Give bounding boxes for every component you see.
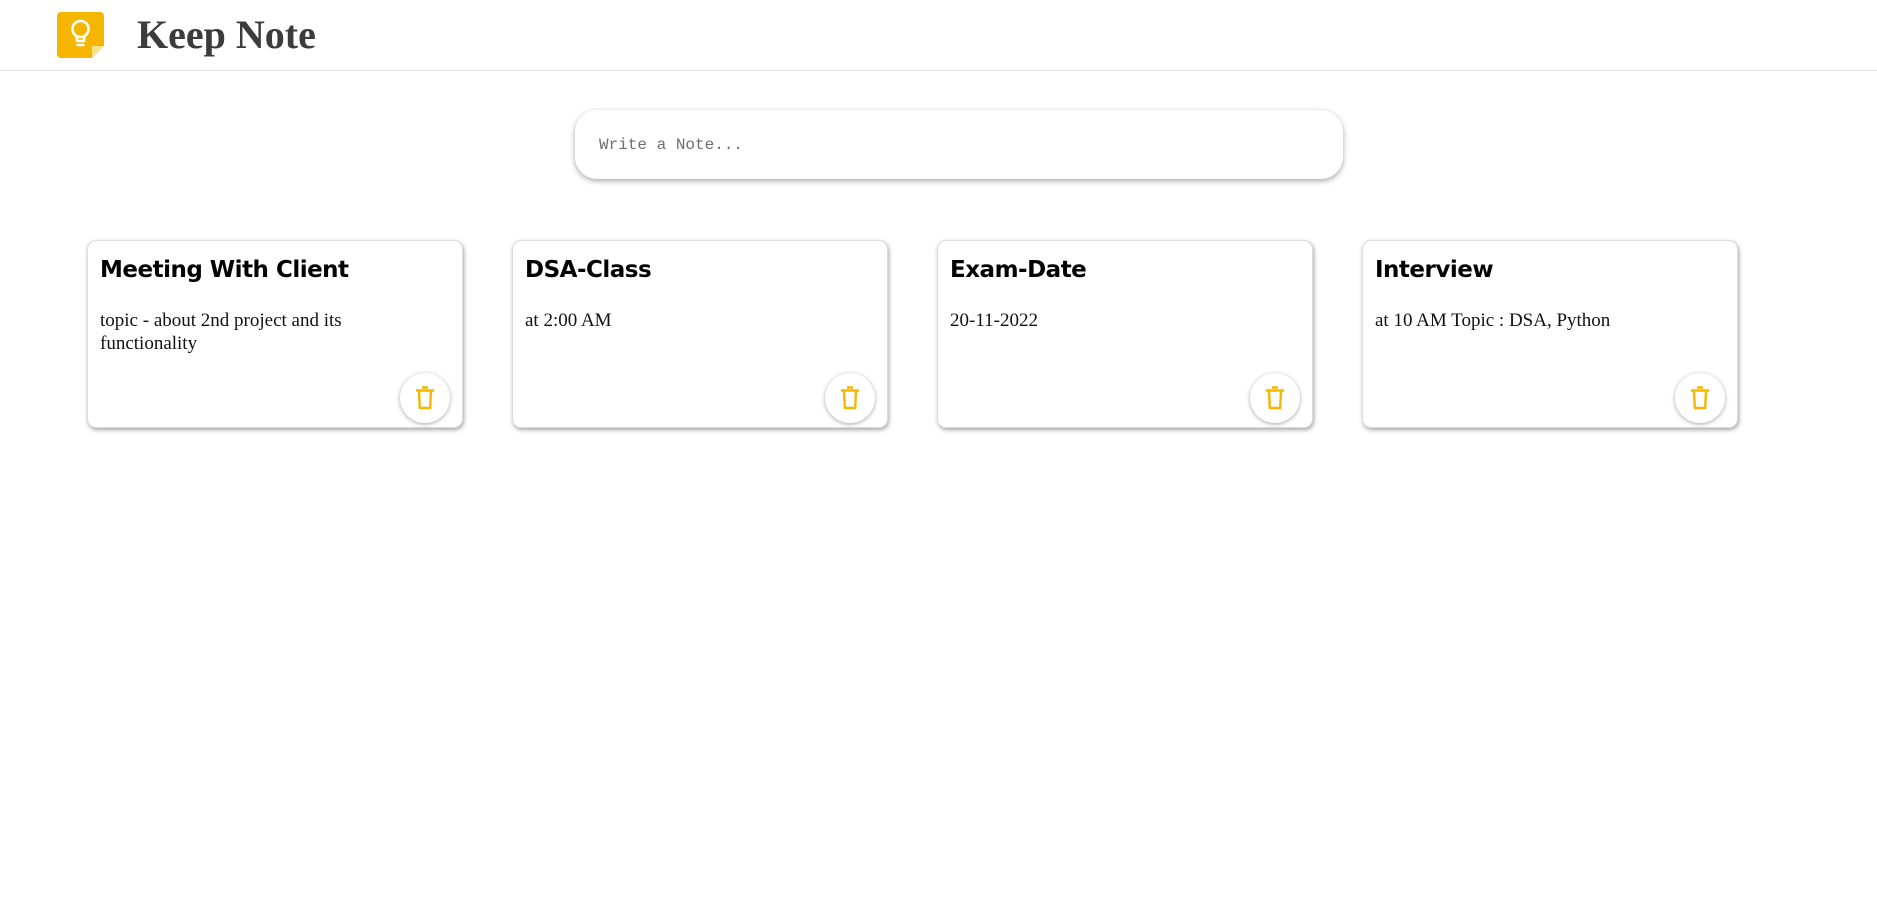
note-title: Exam-Date — [950, 257, 1087, 283]
note-body: topic - about 2nd project and its functi… — [100, 310, 342, 354]
note-body: at 10 AM Topic : DSA, Python — [1375, 310, 1611, 331]
note-card: Interview at 10 AM Topic : DSA, Python — [1362, 240, 1738, 428]
delete-note-button[interactable] — [400, 373, 450, 423]
app-header: Keep Note — [0, 0, 1877, 71]
trash-icon — [1691, 386, 1709, 410]
note-body: 20-11-2022 — [950, 310, 1038, 331]
note-title: Meeting With Client — [100, 257, 349, 283]
delete-note-button[interactable] — [1250, 373, 1300, 423]
note-card: Exam-Date 20-11-2022 — [937, 240, 1313, 428]
trash-icon — [416, 386, 434, 410]
delete-note-button[interactable] — [1675, 373, 1725, 423]
trash-icon — [1266, 386, 1284, 410]
note-title: DSA-Class — [525, 257, 652, 283]
delete-note-button[interactable] — [825, 373, 875, 423]
note-title: Interview — [1375, 257, 1494, 283]
note-input[interactable] — [575, 110, 1343, 179]
trash-icon — [841, 386, 859, 410]
app-title: Keep Note — [137, 12, 316, 57]
note-body: at 2:00 AM — [525, 310, 612, 331]
note-card: Meeting With Client topic - about 2nd pr… — [87, 240, 463, 428]
note-card: DSA-Class at 2:00 AM — [512, 240, 888, 428]
lightbulb-icon — [57, 12, 104, 58]
